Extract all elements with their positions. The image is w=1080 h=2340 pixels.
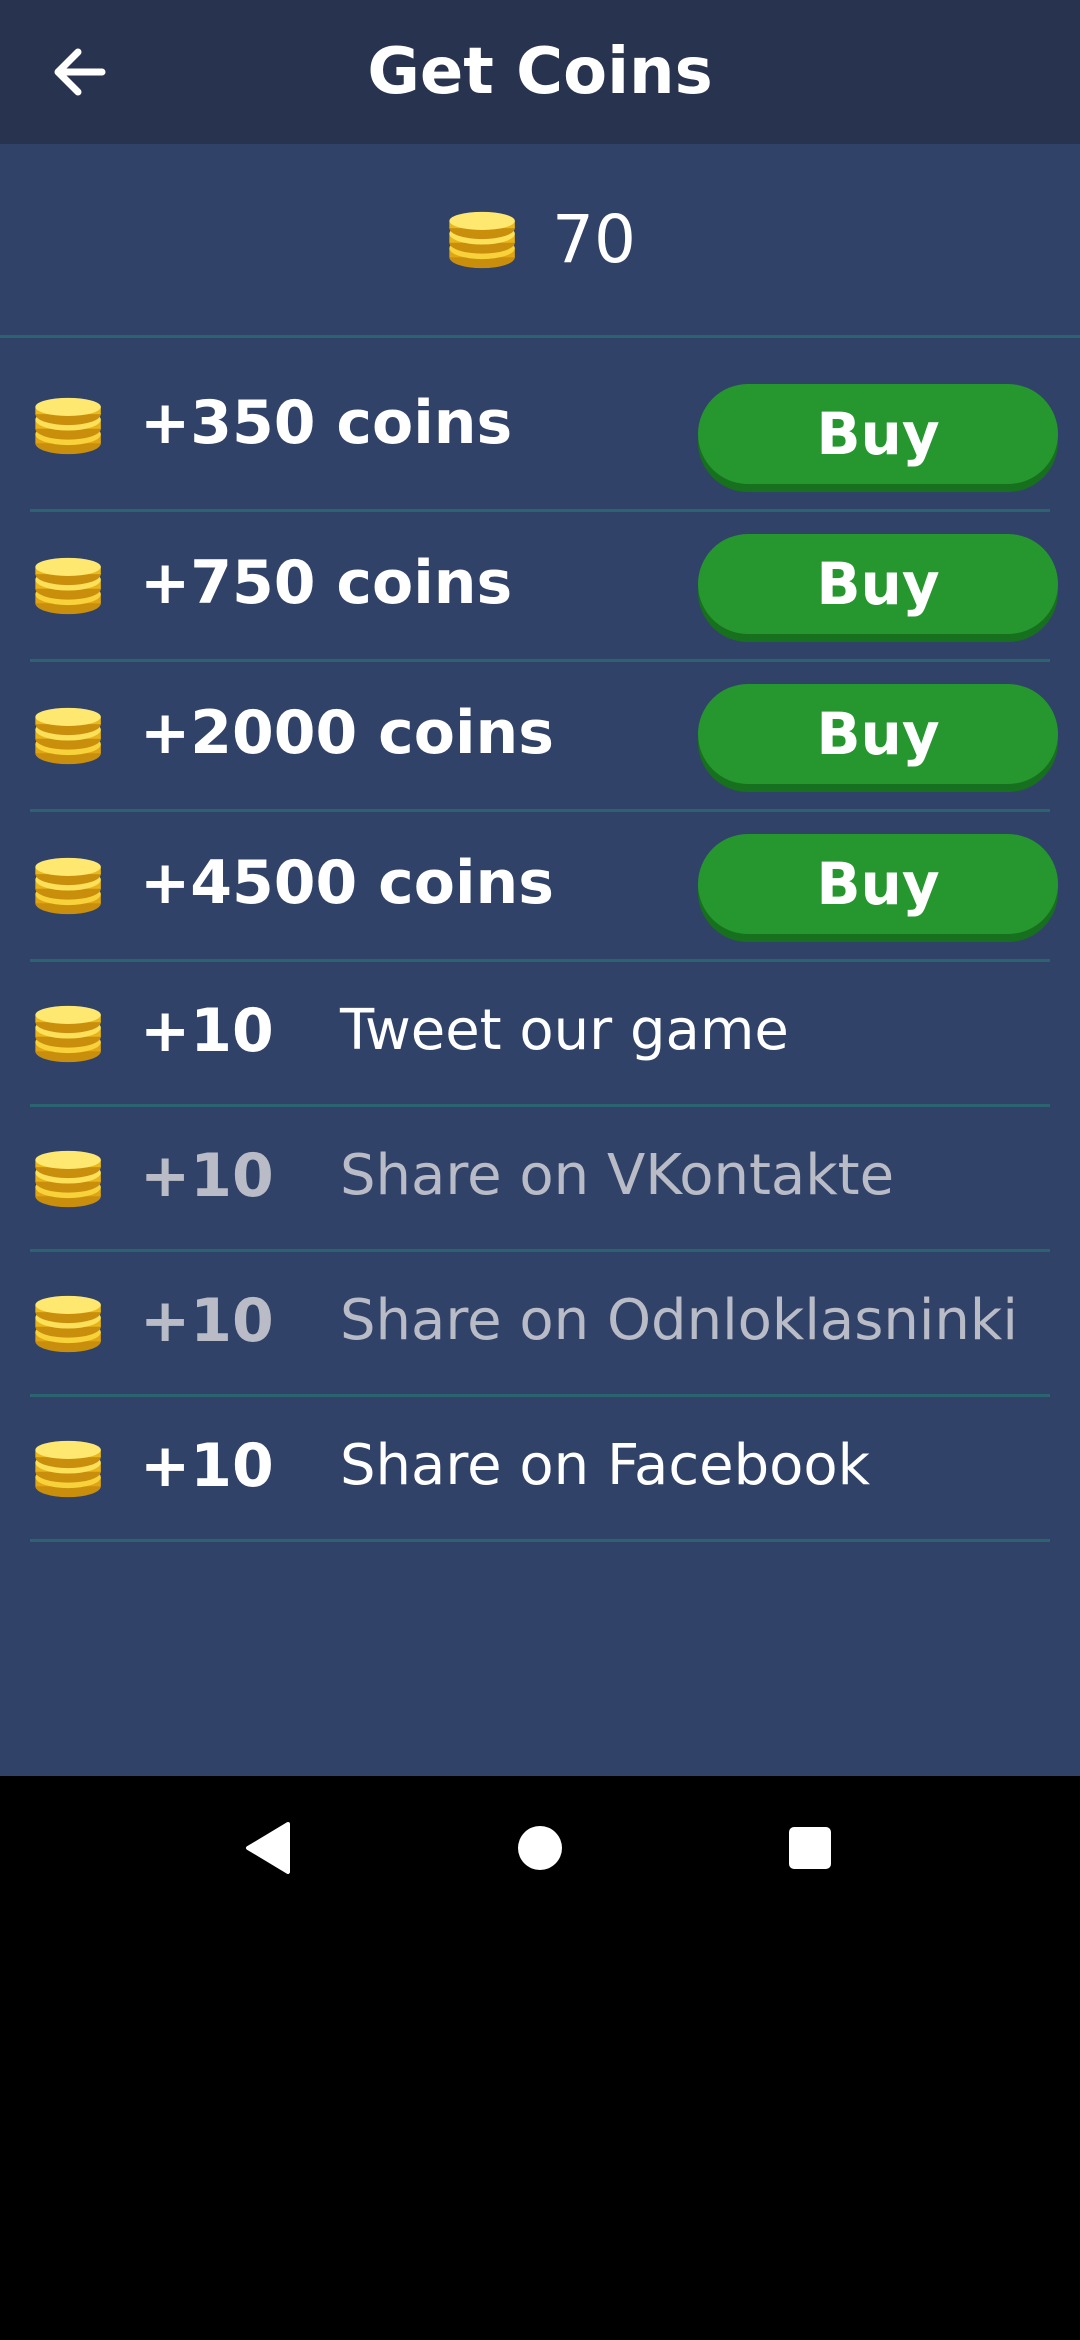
circle-home-icon <box>518 1826 562 1870</box>
coin-stack-icon <box>35 1150 101 1208</box>
coin-stack-icon <box>35 857 101 915</box>
coin-stack-icon <box>35 1440 101 1498</box>
triangle-back-icon <box>246 1822 290 1874</box>
square-recents-icon <box>789 1827 831 1869</box>
reward-row-facebook[interactable]: +10 Share on Facebook <box>30 1397 1050 1542</box>
buy-button[interactable]: Buy <box>698 834 1058 934</box>
back-button[interactable] <box>40 32 120 112</box>
reward-row-vkontakte[interactable]: +10 Share on VKontakte <box>30 1107 1050 1252</box>
purchase-amount: +750 coins <box>140 548 513 618</box>
system-navigation-bar <box>0 1776 1080 1920</box>
reward-label: Share on VKontakte <box>340 1143 895 1208</box>
app-header: Get Coins <box>0 0 1080 144</box>
purchase-amount: +4500 coins <box>140 848 554 918</box>
nav-recents-button[interactable] <box>760 1798 860 1898</box>
reward-amount: +10 <box>140 1141 274 1211</box>
reward-label: Share on Odnloklasninki <box>340 1288 1018 1353</box>
nav-home-button[interactable] <box>490 1798 590 1898</box>
get-coins-screen: Get Coins 70 +350 coins Buy +750 coins B… <box>0 0 1080 1776</box>
reward-amount: +10 <box>140 1431 274 1501</box>
reward-label: Tweet our game <box>340 998 789 1063</box>
coin-stack-icon <box>35 1005 101 1063</box>
reward-amount: +10 <box>140 996 274 1066</box>
coin-stack-icon <box>35 1295 101 1353</box>
coin-balance: 70 <box>0 144 1080 338</box>
buy-button[interactable]: Buy <box>698 534 1058 634</box>
reward-row-odnoklassniki[interactable]: +10 Share on Odnloklasninki <box>30 1252 1050 1397</box>
purchase-row: +4500 coins Buy <box>30 812 1058 962</box>
arrow-left-icon <box>54 48 106 96</box>
coin-stack-icon <box>449 211 515 268</box>
reward-row-tweet[interactable]: +10 Tweet our game <box>30 962 1050 1107</box>
buy-button[interactable]: Buy <box>698 684 1058 784</box>
page-title: Get Coins <box>367 35 713 109</box>
purchase-row: +350 coins Buy <box>30 338 1058 512</box>
purchase-row: +750 coins Buy <box>30 512 1058 662</box>
purchase-amount: +2000 coins <box>140 698 554 768</box>
purchase-row: +2000 coins Buy <box>30 662 1058 812</box>
buy-button[interactable]: Buy <box>698 384 1058 484</box>
reward-amount: +10 <box>140 1286 274 1356</box>
nav-back-button[interactable] <box>218 1798 318 1898</box>
reward-label: Share on Facebook <box>340 1433 871 1498</box>
balance-value: 70 <box>552 201 636 278</box>
purchase-amount: +350 coins <box>140 388 513 458</box>
coin-stack-icon <box>35 707 101 765</box>
coin-stack-icon <box>35 397 101 455</box>
coin-stack-icon <box>35 557 101 615</box>
